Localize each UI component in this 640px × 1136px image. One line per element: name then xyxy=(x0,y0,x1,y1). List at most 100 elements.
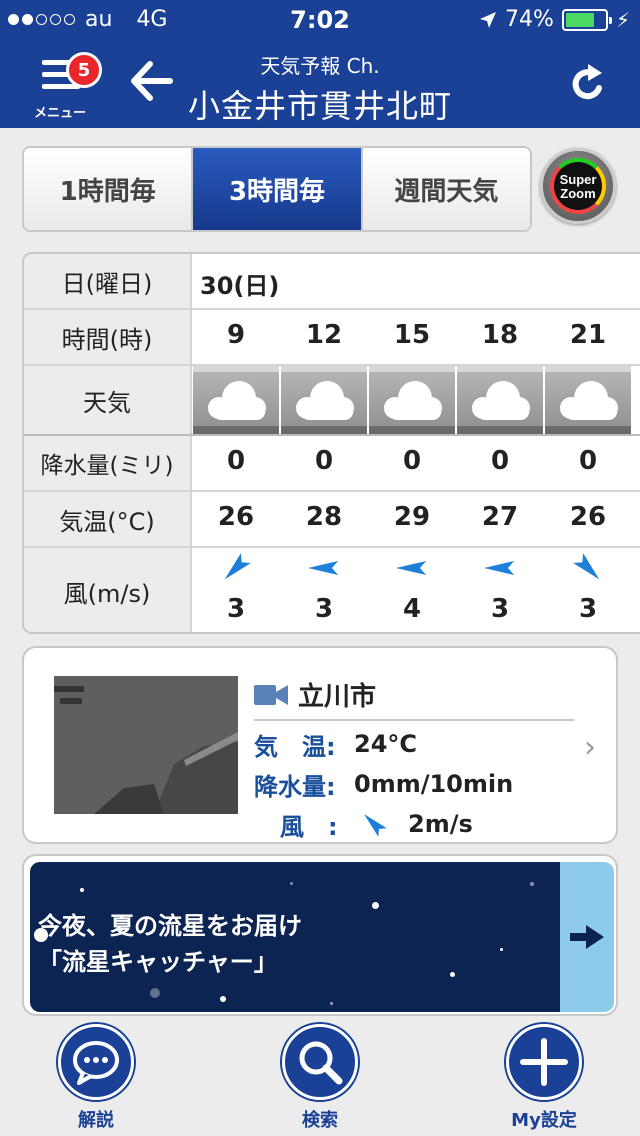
charging-bolt-icon: ⚡ xyxy=(615,7,630,32)
temp-header: 気温(°C) xyxy=(24,492,192,546)
precip-cell: 0 xyxy=(490,446,510,476)
date-value: 30(日) xyxy=(200,272,280,300)
wind-speed-cell: 3 xyxy=(226,594,246,624)
camera-precip-value: 0mm/10min xyxy=(354,770,514,798)
back-button[interactable] xyxy=(128,58,174,104)
date-row: 日(曜日) 30(日) xyxy=(24,254,640,310)
channel-subtitle: 天気予報 Ch. xyxy=(260,54,380,78)
super-zoom-label-1: Super xyxy=(559,172,597,187)
precip-cell: 0 xyxy=(314,446,334,476)
weather-header: 天気 xyxy=(24,366,192,434)
wind-row: 風(m/s) 3 3 4 3 3 xyxy=(24,548,640,632)
cloudy-icon xyxy=(281,366,367,434)
camera-temp-label: 気 温: xyxy=(254,732,336,761)
wind-arrow-icon xyxy=(224,553,251,580)
meteor-catcher-banner[interactable]: 今夜、夏の流星をお届け 「流星キャッチャー」 xyxy=(22,854,618,1016)
search-label: 検索 xyxy=(302,1110,338,1131)
wind-speed-cell: 4 xyxy=(402,594,422,624)
cloudy-icon xyxy=(457,366,543,434)
camera-city: 立川市 xyxy=(298,682,377,712)
status-bar: au 4G 7:02 74% ⚡ xyxy=(0,0,640,40)
camera-temp-value: 24°C xyxy=(354,730,418,758)
live-camera-card[interactable]: 立川市 気 温: 24°C 降水量: 0mm/10min 風 : 2m/s › xyxy=(22,646,618,844)
cloudy-icon xyxy=(369,366,455,434)
time-row: 時間(時) 9 12 15 18 21 xyxy=(24,310,640,366)
super-zoom-button[interactable]: Super Zoom xyxy=(540,148,616,224)
forecast-table: 日(曜日) 30(日) 時間(時) 9 12 15 18 21 天気 降水量(ミリ) 0… xyxy=(22,252,640,634)
camera-snapshot xyxy=(54,676,238,814)
weather-row: 天気 xyxy=(24,366,640,436)
bottom-toolbar: 解説 検索 My設定 xyxy=(0,1024,640,1136)
explain-button[interactable]: 解説 xyxy=(36,1024,156,1132)
wind-cell: 4 xyxy=(368,548,456,624)
menu-button[interactable]: メニュー 5 xyxy=(30,52,102,124)
banner-arrow-button[interactable] xyxy=(560,862,614,1012)
tab-hourly[interactable]: 1時間毎 xyxy=(24,148,194,230)
camera-wind-value: 2m/s xyxy=(408,810,473,838)
wind-cell: 3 xyxy=(456,548,544,624)
temp-cell: 27 xyxy=(481,502,519,532)
time-header: 時間(時) xyxy=(24,310,192,364)
chevron-right-icon: › xyxy=(584,730,596,765)
tab-3-hourly[interactable]: 3時間毎 xyxy=(193,148,363,230)
plus-icon xyxy=(520,1038,568,1086)
wind-speed-cell: 3 xyxy=(578,594,598,624)
weather-cell xyxy=(457,366,543,434)
hour-cell: 18 xyxy=(481,320,519,350)
banner-line-1: 今夜、夏の流星をお届け xyxy=(38,912,302,940)
banner-line-2: 「流星キャッチャー」 xyxy=(38,948,278,976)
back-arrow-icon xyxy=(131,61,173,101)
temp-cell: 28 xyxy=(305,502,343,532)
weather-cell xyxy=(193,366,279,434)
notification-badge: 5 xyxy=(66,52,102,88)
precip-cell: 0 xyxy=(402,446,422,476)
video-camera-icon xyxy=(254,684,288,705)
my-settings-button[interactable]: My設定 xyxy=(484,1024,604,1132)
arrow-right-icon xyxy=(570,925,604,949)
hour-cell: 12 xyxy=(305,320,343,350)
wind-arrow-icon xyxy=(484,561,514,575)
wind-arrow-icon xyxy=(573,553,600,580)
wind-direction-icon xyxy=(364,814,387,837)
wind-cell: 3 xyxy=(192,548,280,624)
tab-weekly[interactable]: 週間天気 xyxy=(362,148,530,230)
precip-cell: 0 xyxy=(226,446,246,476)
wind-cell: 3 xyxy=(544,548,632,624)
wind-cell: 3 xyxy=(280,548,368,624)
precip-row: 降水量(ミリ) 0 0 0 0 0 xyxy=(24,436,640,492)
explain-label: 解説 xyxy=(78,1110,114,1131)
wind-speed-cell: 3 xyxy=(490,594,510,624)
temp-cell: 26 xyxy=(569,502,607,532)
wind-arrow-icon xyxy=(396,561,426,575)
refresh-icon xyxy=(572,64,602,100)
camera-wind-label: 風 : xyxy=(280,812,338,841)
super-zoom-label-2: Zoom xyxy=(560,186,596,201)
wind-arrow-icon xyxy=(308,561,338,575)
battery-percent: 74% xyxy=(505,7,554,32)
page-title: 天気予報 Ch. 小金井市貫井北町 xyxy=(180,50,460,127)
precip-cell: 0 xyxy=(578,446,598,476)
battery-icon xyxy=(561,8,612,31)
temp-cell: 29 xyxy=(393,502,431,532)
temp-cell: 26 xyxy=(217,502,255,532)
search-icon xyxy=(299,1041,343,1085)
refresh-button[interactable] xyxy=(566,62,610,106)
temp-row: 気温(°C) 26 28 29 27 26 xyxy=(24,492,640,548)
precip-header: 降水量(ミリ) xyxy=(24,436,192,490)
forecast-tabs: 1時間毎 3時間毎 週間天気 xyxy=(22,146,532,232)
hour-cell: 21 xyxy=(569,320,607,350)
menu-label: メニュー xyxy=(34,106,87,121)
hour-cell: 15 xyxy=(393,320,431,350)
search-button[interactable]: 検索 xyxy=(260,1024,380,1132)
cloudy-icon xyxy=(193,366,279,434)
date-header: 日(曜日) xyxy=(24,254,192,308)
wind-speed-cell: 3 xyxy=(314,594,334,624)
camera-precip-label: 降水量: xyxy=(254,772,336,801)
weather-cell xyxy=(369,366,455,434)
speech-bubble-icon xyxy=(73,1041,119,1085)
cloudy-icon xyxy=(545,366,631,434)
weather-cell xyxy=(281,366,367,434)
hour-cell: 9 xyxy=(226,320,246,350)
banner-image: 今夜、夏の流星をお届け 「流星キャッチャー」 xyxy=(30,862,560,1012)
nav-bar: メニュー 5 天気予報 Ch. 小金井市貫井北町 xyxy=(0,40,640,128)
